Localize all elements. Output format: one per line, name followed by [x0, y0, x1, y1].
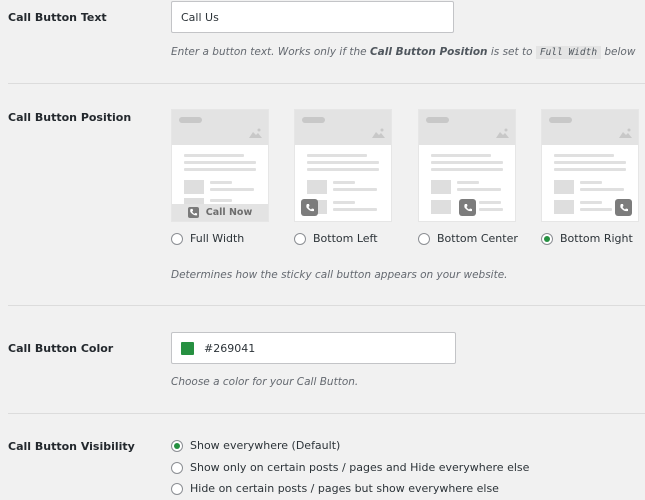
call-button-color-description: Choose a color for your Call Button.	[171, 376, 359, 388]
radio-bottom-center[interactable]	[418, 232, 430, 245]
full-width-call-bar: Call Now	[172, 204, 268, 221]
phone-icon	[615, 199, 632, 216]
position-preview-full-width[interactable]: Call Now	[171, 109, 269, 222]
call-button-text-description: Enter a button text. Works only if the C…	[171, 46, 636, 59]
call-button-color-picker[interactable]: #269041	[171, 332, 456, 364]
image-icon	[372, 128, 385, 138]
image-icon	[619, 128, 632, 138]
divider	[8, 413, 645, 414]
position-option-bottom-center[interactable]: Bottom Center	[418, 232, 518, 245]
phone-icon	[187, 207, 199, 218]
call-button-position-description: Determines how the sticky call button ap…	[171, 269, 508, 281]
color-swatch[interactable]	[181, 341, 194, 355]
image-icon	[249, 128, 262, 138]
radio-bottom-left[interactable]	[294, 232, 306, 245]
visibility-option-hide-on-certain[interactable]: Hide on certain posts / pages but show e…	[171, 482, 499, 495]
radio-show-everywhere[interactable]	[171, 439, 183, 452]
call-button-text-input[interactable]	[171, 1, 454, 33]
position-preview-bottom-center[interactable]	[418, 109, 516, 222]
image-icon	[496, 128, 509, 138]
position-option-full-width[interactable]: Full Width	[171, 232, 244, 245]
call-button-color-label: Call Button Color	[8, 342, 114, 355]
call-button-text-label: Call Button Text	[8, 11, 107, 24]
radio-show-only-certain[interactable]	[171, 461, 183, 474]
call-button-visibility-label: Call Button Visibility	[8, 440, 135, 453]
position-option-bottom-right[interactable]: Bottom Right	[541, 232, 633, 245]
color-value: #269041	[204, 341, 256, 355]
visibility-option-show-only-certain[interactable]: Show only on certain posts / pages and H…	[171, 461, 529, 474]
divider	[8, 305, 645, 306]
divider	[8, 83, 645, 84]
position-preview-bottom-left[interactable]	[294, 109, 392, 222]
position-preview-bottom-right[interactable]	[541, 109, 639, 222]
phone-icon	[301, 199, 318, 216]
radio-bottom-right[interactable]	[541, 232, 553, 245]
visibility-option-show-everywhere[interactable]: Show everywhere (Default)	[171, 439, 340, 452]
radio-full-width[interactable]	[171, 232, 183, 245]
radio-hide-on-certain[interactable]	[171, 482, 183, 495]
phone-icon	[459, 199, 476, 216]
call-button-position-label: Call Button Position	[8, 111, 132, 124]
position-option-bottom-left[interactable]: Bottom Left	[294, 232, 378, 245]
